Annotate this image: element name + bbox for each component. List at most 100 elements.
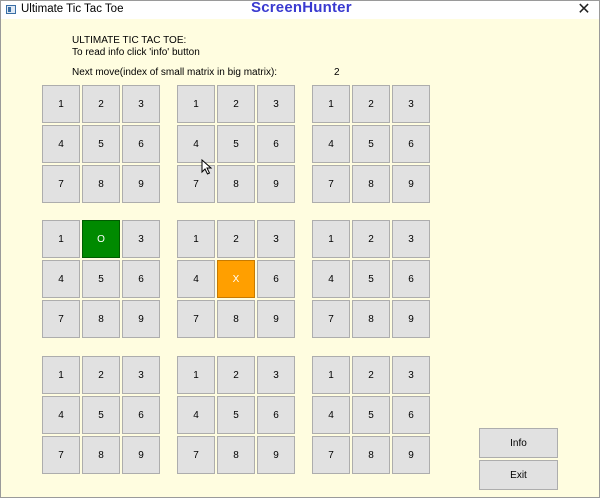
cell-button[interactable]: 2 bbox=[217, 356, 255, 394]
cell-button[interactable]: 3 bbox=[122, 220, 160, 258]
cell-button[interactable]: 9 bbox=[257, 436, 295, 474]
cell-button[interactable]: 6 bbox=[122, 125, 160, 163]
info-button[interactable]: Info bbox=[479, 428, 558, 458]
cell-button[interactable]: 9 bbox=[122, 300, 160, 338]
exit-button[interactable]: Exit bbox=[479, 460, 558, 490]
cell-button[interactable]: 7 bbox=[42, 165, 80, 203]
game-title-text: ULTIMATE TIC TAC TOE: bbox=[72, 35, 187, 46]
cell-button[interactable]: 6 bbox=[122, 260, 160, 298]
cell-button[interactable]: 6 bbox=[257, 125, 295, 163]
cell-button[interactable]: 8 bbox=[352, 300, 390, 338]
cell-button[interactable]: 1 bbox=[42, 220, 80, 258]
cell-button[interactable]: 1 bbox=[42, 85, 80, 123]
cell-button[interactable]: X bbox=[217, 260, 255, 298]
cell-button[interactable]: 2 bbox=[82, 356, 120, 394]
cell-button[interactable]: 8 bbox=[352, 165, 390, 203]
cell-button[interactable]: 8 bbox=[217, 436, 255, 474]
cell-button[interactable]: 3 bbox=[122, 356, 160, 394]
cell-button[interactable]: 8 bbox=[82, 300, 120, 338]
cell-button[interactable]: 7 bbox=[177, 300, 215, 338]
title-bar: Ultimate Tic Tac Toe ScreenHunter ✕ bbox=[1, 0, 599, 19]
cell-button[interactable]: 7 bbox=[312, 436, 350, 474]
cell-button[interactable]: 3 bbox=[257, 356, 295, 394]
cell-button[interactable]: 7 bbox=[312, 165, 350, 203]
cell-button[interactable]: 8 bbox=[352, 436, 390, 474]
cell-button[interactable]: 7 bbox=[177, 436, 215, 474]
app-window-icon bbox=[6, 5, 16, 14]
cell-button[interactable]: 6 bbox=[257, 260, 295, 298]
cell-button[interactable]: 4 bbox=[177, 396, 215, 434]
small-board-middle-right: 123 456 789 bbox=[312, 220, 430, 338]
cell-button[interactable]: 6 bbox=[122, 396, 160, 434]
cell-button[interactable]: 4 bbox=[42, 396, 80, 434]
small-board-middle-middle: 123 4X6 789 bbox=[177, 220, 295, 338]
cell-button[interactable]: 3 bbox=[392, 85, 430, 123]
small-board-bottom-middle: 123 456 789 bbox=[177, 356, 295, 474]
cell-button[interactable]: 2 bbox=[82, 85, 120, 123]
small-board-bottom-right: 123 456 789 bbox=[312, 356, 430, 474]
cell-button[interactable]: 8 bbox=[82, 436, 120, 474]
cell-button[interactable]: 6 bbox=[392, 125, 430, 163]
cell-button[interactable]: 9 bbox=[257, 300, 295, 338]
cell-button[interactable]: 5 bbox=[352, 125, 390, 163]
cell-button[interactable]: 9 bbox=[257, 165, 295, 203]
cell-button[interactable]: 9 bbox=[392, 436, 430, 474]
cell-button[interactable]: 9 bbox=[392, 300, 430, 338]
cell-button[interactable]: 8 bbox=[217, 165, 255, 203]
small-board-top-left: 123 456 789 bbox=[42, 85, 160, 203]
cell-button[interactable]: 5 bbox=[217, 125, 255, 163]
cell-button[interactable]: 8 bbox=[82, 165, 120, 203]
cell-button[interactable]: 4 bbox=[312, 125, 350, 163]
cell-button[interactable]: 5 bbox=[217, 396, 255, 434]
mouse-pointer-icon bbox=[201, 159, 213, 175]
cell-button[interactable]: 3 bbox=[392, 356, 430, 394]
cell-button[interactable]: 5 bbox=[82, 260, 120, 298]
cell-button[interactable]: 6 bbox=[392, 396, 430, 434]
cell-button[interactable]: 2 bbox=[352, 85, 390, 123]
cell-button[interactable]: 3 bbox=[122, 85, 160, 123]
cell-button[interactable]: 1 bbox=[42, 356, 80, 394]
info-hint-text: To read info click 'info' button bbox=[72, 47, 200, 58]
cell-button[interactable]: 4 bbox=[312, 260, 350, 298]
small-board-top-right: 123 456 789 bbox=[312, 85, 430, 203]
cell-button[interactable]: 9 bbox=[392, 165, 430, 203]
window-title: Ultimate Tic Tac Toe bbox=[21, 3, 124, 15]
cell-button[interactable]: 3 bbox=[257, 220, 295, 258]
cell-button[interactable]: 5 bbox=[82, 396, 120, 434]
cell-button[interactable]: 6 bbox=[392, 260, 430, 298]
cell-button[interactable]: 1 bbox=[312, 356, 350, 394]
cell-button[interactable]: 7 bbox=[42, 300, 80, 338]
next-move-value: 2 bbox=[334, 67, 340, 78]
cell-button[interactable]: 1 bbox=[312, 220, 350, 258]
cell-button[interactable]: 2 bbox=[352, 356, 390, 394]
app-window: Ultimate Tic Tac Toe ScreenHunter ✕ ULTI… bbox=[0, 0, 600, 498]
cell-button[interactable]: 9 bbox=[122, 436, 160, 474]
cell-button[interactable]: 9 bbox=[122, 165, 160, 203]
cell-button[interactable]: 4 bbox=[42, 125, 80, 163]
next-move-label: Next move(index of small matrix in big m… bbox=[72, 67, 278, 78]
cell-button[interactable]: 1 bbox=[177, 356, 215, 394]
cell-button[interactable]: 7 bbox=[42, 436, 80, 474]
cell-button[interactable]: O bbox=[82, 220, 120, 258]
cell-button[interactable]: 1 bbox=[312, 85, 350, 123]
cell-button[interactable]: 5 bbox=[352, 396, 390, 434]
small-board-bottom-left: 123 456 789 bbox=[42, 356, 160, 474]
cell-button[interactable]: 2 bbox=[352, 220, 390, 258]
cell-button[interactable]: 3 bbox=[257, 85, 295, 123]
cell-button[interactable]: 4 bbox=[312, 396, 350, 434]
cell-button[interactable]: 8 bbox=[217, 300, 255, 338]
cell-button[interactable]: 5 bbox=[82, 125, 120, 163]
cell-button[interactable]: 5 bbox=[352, 260, 390, 298]
cell-button[interactable]: 3 bbox=[392, 220, 430, 258]
cell-button[interactable]: 4 bbox=[177, 260, 215, 298]
cell-button[interactable]: 1 bbox=[177, 85, 215, 123]
cell-button[interactable]: 4 bbox=[177, 125, 215, 163]
cell-button[interactable]: 1 bbox=[177, 220, 215, 258]
small-board-middle-left: 1O3 456 789 bbox=[42, 220, 160, 338]
cell-button[interactable]: 7 bbox=[312, 300, 350, 338]
cell-button[interactable]: 6 bbox=[257, 396, 295, 434]
cell-button[interactable]: 4 bbox=[42, 260, 80, 298]
cell-button[interactable]: 2 bbox=[217, 85, 255, 123]
close-icon[interactable]: ✕ bbox=[573, 1, 595, 19]
cell-button[interactable]: 2 bbox=[217, 220, 255, 258]
